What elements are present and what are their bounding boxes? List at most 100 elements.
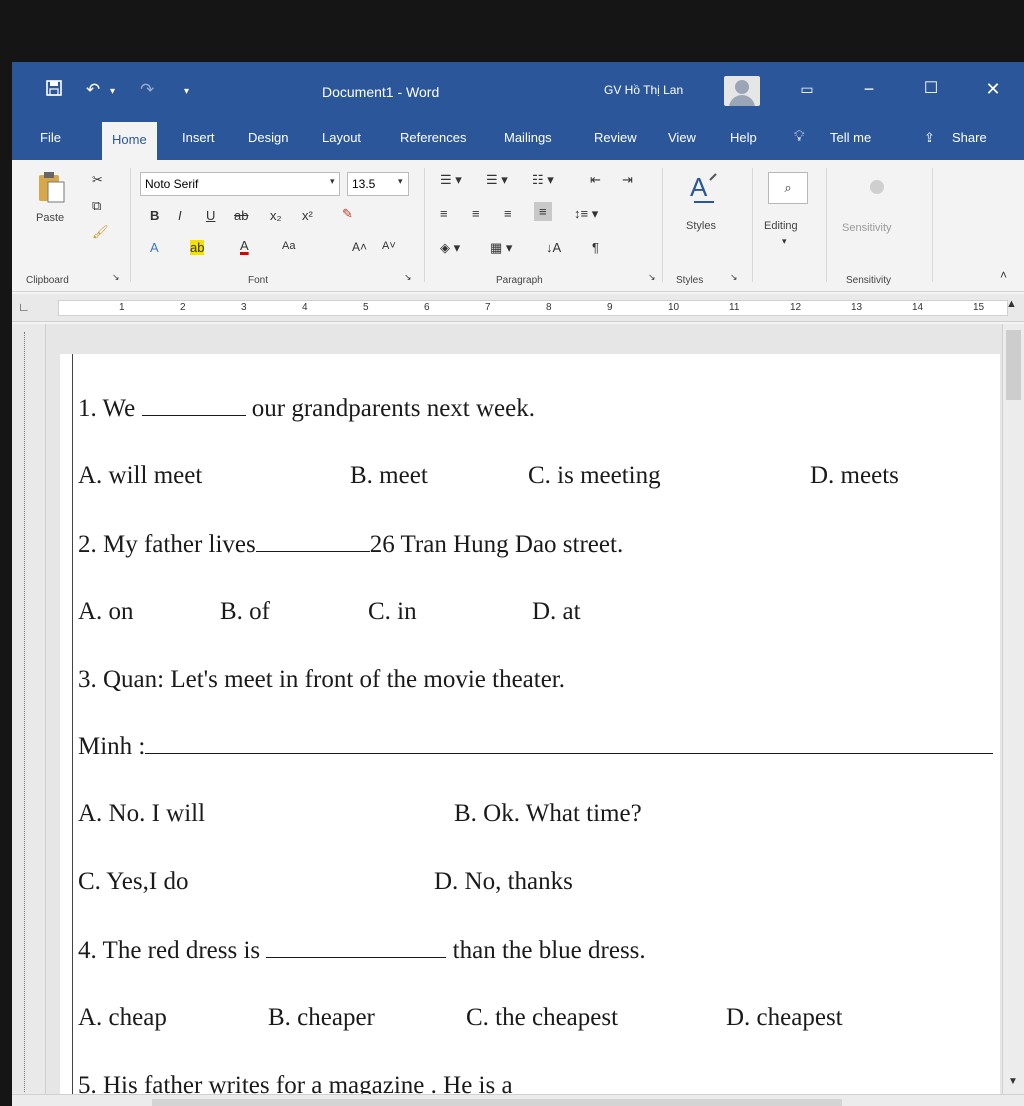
document-page[interactable]: 1. We our grandparents next week. A. wil…: [60, 354, 1000, 1094]
styles-launcher-icon[interactable]: ↘: [730, 272, 738, 283]
share-icon[interactable]: ⇪: [924, 130, 935, 146]
font-color-button[interactable]: A: [240, 238, 249, 253]
superscript-button[interactable]: x²: [302, 208, 313, 223]
align-right-icon[interactable]: ≡: [504, 206, 512, 221]
show-formatting-button[interactable]: ¶: [592, 240, 599, 255]
redo-icon[interactable]: ↷: [140, 80, 154, 100]
undo-dropdown-icon[interactable]: ▾: [110, 86, 115, 97]
clipboard-launcher-icon[interactable]: ↘: [112, 272, 120, 283]
tab-layout[interactable]: Layout: [322, 130, 361, 145]
shrink-font-icon[interactable]: A˅: [382, 240, 396, 252]
shading-icon[interactable]: ◈ ▾: [440, 240, 460, 256]
question-4[interactable]: 4. The red dress is than the blue dress.: [78, 936, 646, 965]
line-spacing-icon[interactable]: ↕≡ ▾: [574, 206, 598, 222]
tab-insert[interactable]: Insert: [182, 130, 215, 145]
subscript-button[interactable]: x₂: [270, 208, 282, 223]
tab-references[interactable]: References: [400, 130, 466, 145]
text-effects-icon[interactable]: A: [150, 240, 159, 255]
paste-label[interactable]: Paste: [36, 212, 64, 224]
ruler-track[interactable]: [58, 300, 1008, 316]
document-area[interactable]: 1. We our grandparents next week. A. wil…: [46, 324, 1002, 1094]
paragraph-launcher-icon[interactable]: ↘: [648, 272, 656, 283]
minh-line[interactable]: Minh :: [78, 732, 994, 761]
maximize-icon[interactable]: ☐: [916, 76, 946, 102]
numbering-icon[interactable]: ☰ ▾: [486, 172, 508, 188]
divider: [424, 168, 425, 282]
grow-font-icon[interactable]: A˄: [352, 240, 367, 254]
share-button[interactable]: Share: [952, 130, 987, 145]
multilevel-list-icon[interactable]: ☷ ▾: [532, 172, 554, 188]
align-left-icon[interactable]: ≡: [440, 206, 448, 221]
scrollbar-thumb[interactable]: [152, 1099, 842, 1106]
chevron-down-icon[interactable]: ▾: [330, 176, 335, 187]
scrollbar-thumb[interactable]: [1006, 330, 1021, 400]
ribbon-display-options-icon[interactable]: ▭: [792, 76, 822, 102]
scroll-down-icon[interactable]: ▼: [1008, 1076, 1018, 1087]
answer-blank[interactable]: [145, 732, 994, 754]
copy-icon[interactable]: ⧉: [92, 198, 101, 214]
tab-file[interactable]: File: [40, 130, 61, 145]
borders-icon[interactable]: ▦ ▾: [490, 240, 512, 256]
minimize-icon[interactable]: −: [854, 76, 884, 102]
avatar[interactable]: [724, 76, 760, 106]
clipboard-group-label: Clipboard: [26, 275, 69, 286]
clear-formatting-icon[interactable]: ✎: [342, 206, 353, 222]
bullets-icon[interactable]: ☰ ▾: [440, 172, 462, 188]
vertical-scrollbar[interactable]: ▼: [1002, 324, 1024, 1094]
chevron-down-icon[interactable]: ▾: [782, 236, 787, 247]
save-icon[interactable]: [46, 80, 62, 101]
divider: [130, 168, 131, 282]
tab-help[interactable]: Help: [730, 130, 757, 145]
answer-blank[interactable]: [141, 394, 246, 416]
tab-view[interactable]: View: [668, 130, 696, 145]
question-text: 4. The red dress is: [78, 937, 261, 964]
tell-me-search[interactable]: Tell me: [830, 130, 871, 145]
format-painter-icon[interactable]: 🖌︎: [92, 224, 109, 240]
margin-line: [72, 354, 73, 1094]
user-name[interactable]: GV Hồ Thị Lan: [604, 83, 683, 97]
question-1[interactable]: 1. We our grandparents next week.: [78, 394, 535, 423]
italic-button[interactable]: I: [178, 208, 182, 223]
scroll-up-icon[interactable]: ▲: [1006, 298, 1017, 310]
collapse-ribbon-icon[interactable]: ˄: [1000, 268, 1007, 282]
tab-home[interactable]: Home: [102, 122, 157, 160]
customize-qat-icon[interactable]: ▾: [184, 86, 189, 97]
vertical-ruler[interactable]: [12, 324, 46, 1094]
decrease-indent-icon[interactable]: ⇤: [590, 172, 601, 188]
paste-icon[interactable]: [36, 170, 66, 207]
chevron-down-icon[interactable]: ▾: [398, 176, 403, 187]
styles-button[interactable]: Styles: [686, 220, 716, 232]
undo-icon[interactable]: ↶: [86, 80, 100, 100]
close-icon[interactable]: ✕: [978, 76, 1008, 102]
question-text: 26 Tran Hung Dao street.: [369, 531, 624, 558]
bold-button[interactable]: B: [150, 208, 159, 223]
tab-mailings[interactable]: Mailings: [504, 130, 552, 145]
tab-review[interactable]: Review: [594, 130, 637, 145]
ruler-number: 9: [607, 302, 613, 313]
change-case-button[interactable]: Aa: [282, 240, 295, 252]
lightbulb-icon[interactable]: 💡︎: [794, 128, 805, 145]
justify-icon[interactable]: ≡: [534, 202, 552, 221]
search-icon[interactable]: ⌕: [768, 172, 808, 204]
ruler-number: 7: [485, 302, 491, 313]
font-name-box[interactable]: Noto Serif: [140, 172, 340, 196]
increase-indent-icon[interactable]: ⇥: [622, 172, 633, 188]
tab-design[interactable]: Design: [248, 130, 288, 145]
answer-blank[interactable]: [255, 530, 370, 552]
divider: [932, 168, 933, 282]
editing-button[interactable]: Editing: [764, 220, 798, 232]
font-launcher-icon[interactable]: ↘: [404, 272, 412, 283]
tab-selector-icon[interactable]: ∟: [18, 300, 30, 314]
sort-icon[interactable]: ↓A: [546, 240, 561, 255]
align-center-icon[interactable]: ≡: [472, 206, 480, 221]
cut-icon[interactable]: ✂: [92, 172, 103, 188]
horizontal-scrollbar[interactable]: [12, 1094, 1024, 1106]
answer-blank[interactable]: [266, 936, 447, 958]
styles-icon[interactable]: A: [688, 170, 718, 209]
highlight-icon[interactable]: ab: [190, 240, 205, 255]
horizontal-ruler[interactable]: ∟ 1 2 3 4 5 6 7 8 9 10 11 12 13 14 15 ▲: [12, 294, 1024, 322]
strikethrough-icon[interactable]: ab: [234, 208, 248, 223]
underline-button[interactable]: U: [206, 208, 215, 223]
question-2[interactable]: 2. My father lives 26 Tran Hung Dao stree…: [78, 530, 623, 559]
ruler-number: 11: [729, 302, 740, 313]
